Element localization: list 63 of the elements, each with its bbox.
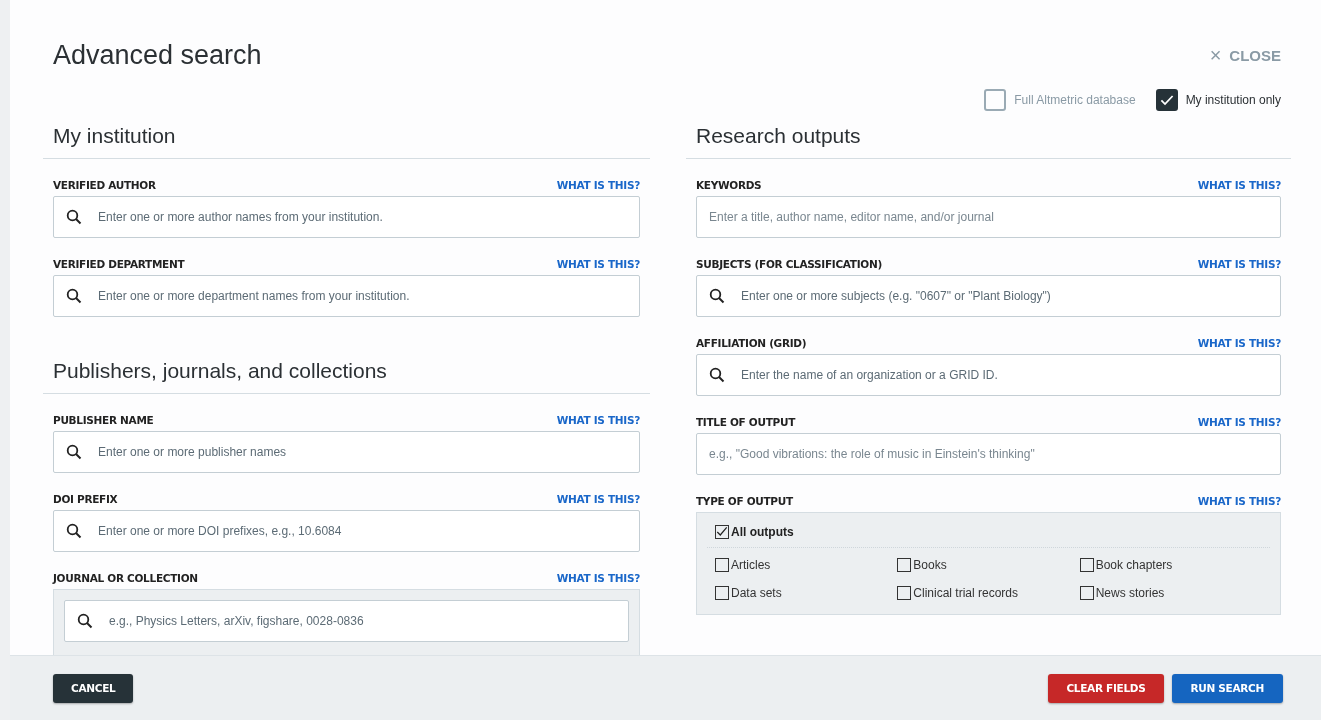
section-heading: My institution bbox=[43, 124, 650, 159]
search-field[interactable]: Enter one or more author names from your institution. bbox=[53, 196, 640, 238]
checkbox-label: Articles bbox=[731, 558, 771, 572]
field-label: JOURNAL OR COLLECTION bbox=[53, 572, 198, 584]
run-search-button[interactable]: RUN SEARCH bbox=[1171, 673, 1283, 703]
input-field[interactable]: Enter a title, author name, editor name, and/or journal bbox=[696, 196, 1281, 238]
checkbox-label: Clinical trial records bbox=[913, 586, 1019, 600]
field-label: KEYWORDS bbox=[696, 179, 762, 191]
search-field[interactable]: e.g., Physics Letters, arXiv, figshare, 0028-0836 bbox=[64, 600, 629, 642]
checkbox-label: Books bbox=[913, 558, 947, 572]
section-heading: Research outputs bbox=[686, 124, 1291, 159]
checkbox[interactable] bbox=[715, 586, 729, 600]
search-field[interactable]: Enter one or more DOI prefixes, e.g., 10.6084 bbox=[53, 510, 640, 552]
close-button[interactable]: × CLOSE bbox=[1209, 43, 1281, 67]
help-link[interactable]: WHAT IS THIS? bbox=[1197, 495, 1281, 507]
search-icon bbox=[66, 444, 82, 460]
clear-fields-button[interactable]: CLEAR FIELDS bbox=[1048, 673, 1164, 703]
search-field[interactable]: Enter one or more subjects (e.g. "0607" or "Plant Biology") bbox=[696, 275, 1281, 317]
search-icon bbox=[709, 288, 725, 304]
help-link[interactable]: WHAT IS THIS? bbox=[556, 414, 640, 426]
cancel-button[interactable]: CANCEL bbox=[53, 673, 134, 703]
field-label: AFFILIATION (GRID) bbox=[696, 337, 807, 349]
help-link[interactable]: WHAT IS THIS? bbox=[556, 258, 640, 270]
checkbox-label: My institution only bbox=[1185, 93, 1281, 107]
help-link[interactable]: WHAT IS THIS? bbox=[1197, 258, 1281, 270]
search-icon bbox=[77, 613, 93, 629]
checkbox[interactable] bbox=[1155, 89, 1178, 111]
checkbox[interactable] bbox=[984, 89, 1007, 111]
field-label: PUBLISHER NAME bbox=[53, 414, 154, 426]
checkbox-label: Full Altmetric database bbox=[1014, 93, 1136, 107]
field-label: SUBJECTS (FOR CLASSIFICATION) bbox=[696, 258, 882, 270]
help-link[interactable]: WHAT IS THIS? bbox=[1197, 337, 1281, 349]
checkbox[interactable] bbox=[715, 558, 729, 572]
search-icon bbox=[66, 209, 82, 225]
help-link[interactable]: WHAT IS THIS? bbox=[1197, 179, 1281, 191]
checkbox-label: News stories bbox=[1095, 586, 1165, 600]
checkbox[interactable] bbox=[897, 586, 912, 600]
search-icon bbox=[709, 367, 725, 383]
dialog-title: Advanced search bbox=[53, 39, 262, 71]
search-field[interactable]: Enter one or more department names from your institution. bbox=[53, 275, 640, 317]
field-label: TITLE OF OUTPUT bbox=[696, 416, 795, 428]
search-icon bbox=[66, 288, 82, 304]
checkbox[interactable] bbox=[897, 558, 912, 572]
search-field[interactable]: Enter one or more publisher names bbox=[53, 431, 640, 473]
field-label: VERIFIED DEPARTMENT bbox=[53, 258, 185, 270]
checkbox-label: Data sets bbox=[731, 586, 782, 600]
search-field[interactable]: Enter the name of an organization or a GRID ID. bbox=[696, 354, 1281, 396]
checkbox[interactable] bbox=[715, 525, 729, 539]
field-label: DOI PREFIX bbox=[53, 493, 118, 505]
checkbox-label: All outputs bbox=[731, 525, 794, 539]
checkmark-icon bbox=[716, 526, 728, 538]
field-label: TYPE OF OUTPUT bbox=[696, 495, 793, 507]
field-label: VERIFIED AUTHOR bbox=[53, 179, 156, 191]
checkbox-label: Book chapters bbox=[1095, 558, 1173, 572]
search-icon bbox=[66, 523, 82, 539]
help-link[interactable]: WHAT IS THIS? bbox=[556, 493, 640, 505]
checkbox[interactable] bbox=[1079, 586, 1094, 600]
help-link[interactable]: WHAT IS THIS? bbox=[1197, 416, 1281, 428]
input-field[interactable]: e.g., "Good vibrations: the role of music in Einstein's thinking" bbox=[696, 433, 1281, 475]
section-heading: Publishers, journals, and collections bbox=[43, 359, 650, 394]
help-link[interactable]: WHAT IS THIS? bbox=[556, 179, 640, 191]
help-link[interactable]: WHAT IS THIS? bbox=[556, 572, 640, 584]
checkbox[interactable] bbox=[1079, 558, 1094, 572]
